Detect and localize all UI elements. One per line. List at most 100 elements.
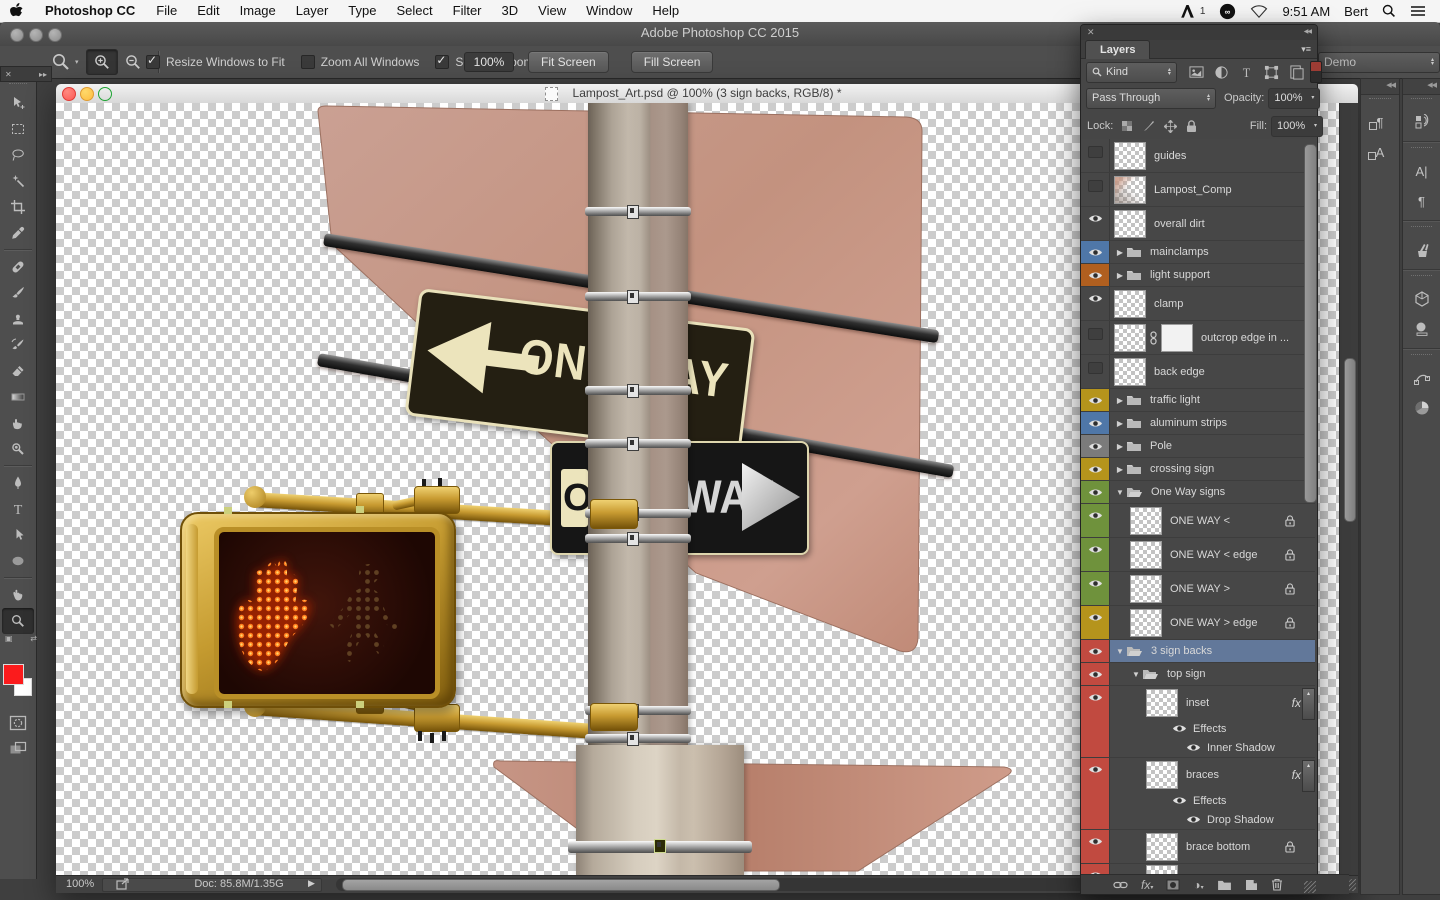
toggle-visibility[interactable] — [1088, 669, 1103, 680]
layer-row[interactable]: back edge — [1081, 355, 1315, 389]
layer-visibility-cell[interactable] — [1081, 606, 1110, 639]
layer-group-row-selected[interactable]: ▼3 sign backs — [1081, 640, 1315, 663]
menu-item-select[interactable]: Select — [386, 0, 442, 22]
layer-filter-dropdown[interactable]: Kind ▴▾ — [1086, 62, 1177, 83]
layer-row-body[interactable]: ▶light support — [1110, 264, 1315, 286]
layer-fx-badge[interactable]: fx — [1292, 696, 1301, 710]
layer-fx-badge[interactable]: fx — [1292, 768, 1301, 782]
color-wheel-panel-icon[interactable] — [1403, 393, 1440, 423]
zoom-tool[interactable] — [2, 608, 34, 634]
layer-thumbnail[interactable] — [1114, 358, 1146, 386]
layer-main[interactable]: back edge — [1110, 355, 1315, 388]
paths-panel-icon[interactable] — [1403, 363, 1440, 393]
wifi-icon[interactable] — [1250, 4, 1268, 18]
status-flyout-icon[interactable]: ▶ — [308, 878, 315, 889]
toggle-visibility[interactable] — [1088, 328, 1103, 340]
layer-group-row[interactable]: ▶traffic light — [1081, 389, 1315, 412]
layer-visibility-cell[interactable] — [1081, 389, 1110, 411]
layer-main[interactable]: ONE WAY < — [1110, 504, 1315, 537]
adjustment-layer-button[interactable]: ◑▾ — [1193, 878, 1203, 892]
notification-center-icon[interactable] — [1410, 5, 1426, 17]
menu-app-name[interactable]: Photoshop CC — [34, 0, 146, 22]
layer-thumbnail[interactable] — [1114, 142, 1146, 170]
effect-eye-icon[interactable] — [1186, 814, 1201, 825]
toggle-visibility[interactable] — [1088, 692, 1103, 703]
effect-row[interactable]: Inner Shadow — [1110, 738, 1315, 757]
workspace-switcher[interactable]: Demo ▴▾ — [1318, 52, 1440, 73]
vertical-scrollbar[interactable] — [1339, 103, 1358, 876]
fill-field[interactable]: 100% ▾ — [1271, 116, 1323, 137]
checkbox-resize-windows-to-fit[interactable]: Resize Windows to Fit — [146, 55, 285, 69]
layer-visibility-cell[interactable] — [1081, 139, 1110, 172]
layer-row-body[interactable]: clamp — [1110, 287, 1315, 320]
toggle-visibility[interactable] — [1088, 764, 1103, 775]
toggle-visibility[interactable] — [1088, 180, 1103, 192]
toggle-visibility[interactable] — [1088, 395, 1103, 406]
layer-styles-button[interactable]: fx▾ — [1141, 878, 1153, 892]
caret-open-icon[interactable]: ▼ — [1114, 488, 1126, 497]
fit-screen-button[interactable]: Fit Screen — [528, 51, 609, 73]
toggle-visibility[interactable] — [1088, 146, 1103, 158]
layer-mask-thumbnail[interactable] — [1161, 324, 1193, 352]
toggle-visibility[interactable] — [1088, 836, 1103, 847]
swap-colors-icon[interactable]: ⇄ — [30, 634, 37, 646]
spot-healing-tool[interactable] — [2, 254, 34, 280]
layers-tab[interactable]: Layers — [1085, 40, 1150, 59]
magic-wand-tool[interactable] — [2, 168, 34, 194]
layer-row-body[interactable]: overall dirt — [1110, 207, 1315, 240]
default-colors-icon[interactable]: ▣ — [5, 634, 13, 646]
eraser-tool[interactable] — [2, 358, 34, 384]
caret-open-icon[interactable]: ▼ — [1130, 670, 1142, 679]
layer-row-body[interactable]: guides — [1110, 139, 1315, 172]
shape-filter-icon[interactable] — [1264, 65, 1279, 80]
layer-visibility-cell[interactable] — [1081, 173, 1110, 206]
layer-row-body[interactable]: ▼3 sign backs — [1110, 640, 1315, 662]
dodge-tool[interactable] — [2, 436, 34, 462]
dock-collapse-icon[interactable]: ◀◀ — [1403, 79, 1440, 95]
blend-mode-dropdown[interactable]: Pass Through ▴▾ — [1086, 88, 1216, 109]
checkbox-zoom-all-windows[interactable]: Zoom All Windows — [301, 55, 420, 69]
materials-panel-icon[interactable] — [1403, 314, 1440, 344]
adjustment-filter-icon[interactable] — [1214, 65, 1229, 80]
dock-grip[interactable] — [1411, 147, 1432, 154]
layer-group-row[interactable]: ▶light support — [1081, 264, 1315, 287]
menu-item-window[interactable]: Window — [576, 0, 642, 22]
layer-thumbnail[interactable] — [1114, 324, 1146, 352]
paragraph-styles-panel-icon[interactable]: ¶ — [1361, 107, 1399, 137]
history-brush-tool[interactable] — [2, 332, 34, 358]
rectangular-marquee-tool[interactable] — [2, 116, 34, 142]
layer-visibility-cell[interactable] — [1081, 686, 1110, 757]
layer-row-body[interactable]: ▶crossing sign — [1110, 458, 1315, 480]
layer-thumbnail[interactable] — [1114, 290, 1146, 318]
checkbox-box[interactable] — [146, 55, 160, 69]
layer-visibility-cell[interactable] — [1081, 538, 1110, 571]
layer-row-body[interactable]: brace bottom — [1110, 830, 1315, 863]
layer-row[interactable]: bracesfx▴EffectsDrop Shadow — [1081, 758, 1315, 830]
smart-object-filter-icon[interactable] — [1289, 65, 1304, 80]
dock-collapse-icon[interactable]: ◀◀ — [1361, 79, 1399, 95]
paragraph-panel-icon[interactable]: ¶ — [1403, 186, 1440, 216]
layer-row[interactable]: ONE WAY > edge — [1081, 606, 1315, 640]
caret-closed-icon[interactable]: ▶ — [1114, 419, 1126, 428]
layer-thumbnail[interactable] — [1130, 609, 1162, 637]
pixel-filter-icon[interactable] — [1189, 65, 1204, 80]
dock-grip[interactable] — [1411, 354, 1432, 361]
layer-main[interactable]: outcrop edge in ... — [1110, 321, 1315, 354]
ellipse-shape-tool[interactable] — [2, 548, 34, 574]
caret-closed-icon[interactable]: ▶ — [1114, 271, 1126, 280]
dock-grip[interactable] — [1411, 98, 1432, 105]
current-tool-thumbnail[interactable]: ▾ — [50, 46, 79, 78]
lock-position-icon[interactable] — [1164, 120, 1177, 133]
layer-main[interactable]: ▼top sign — [1110, 663, 1315, 685]
brush-presets-panel-icon[interactable] — [1403, 235, 1440, 265]
layer-group-row[interactable]: ▶Pole — [1081, 435, 1315, 458]
lock-paint-icon[interactable] — [1142, 120, 1155, 132]
layer-row-body[interactable]: outcrop edge in ... — [1110, 321, 1315, 354]
layer-row-body[interactable]: ▶aluminum strips — [1110, 412, 1315, 434]
menu-item-layer[interactable]: Layer — [286, 0, 339, 22]
layer-row[interactable]: ONE WAY < — [1081, 504, 1315, 538]
pen-tool[interactable] — [2, 470, 34, 496]
layer-row-body[interactable]: ONE WAY < — [1110, 504, 1315, 537]
clone-stamp-tool[interactable] — [2, 306, 34, 332]
toggle-visibility[interactable] — [1088, 293, 1103, 304]
